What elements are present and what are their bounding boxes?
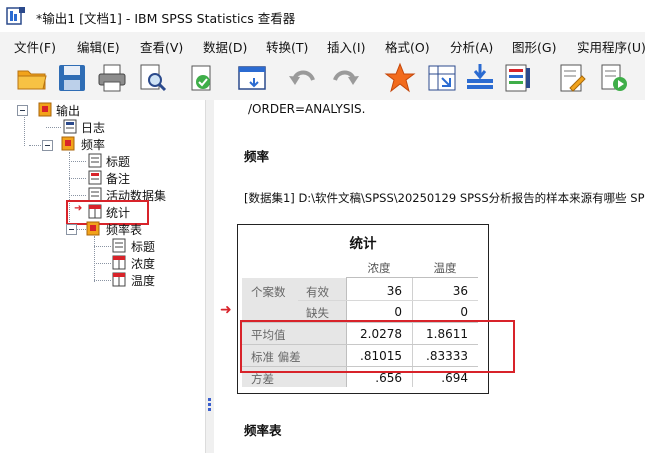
collapse-frequencies-button[interactable]: [42, 140, 53, 151]
print-preview-icon[interactable]: [136, 62, 168, 94]
collapse-frequency-table-button[interactable]: [66, 224, 77, 235]
menu-graphs[interactable]: 图形(G): [512, 37, 556, 56]
menu-bar: 文件(F) 编辑(E) 查看(V) 数据(D) 转换(T) 插入(I) 格式(O…: [0, 32, 645, 56]
collapse-output-button[interactable]: [17, 105, 28, 116]
value-valid-temperature: 36: [452, 284, 468, 298]
menu-edit[interactable]: 编辑(E): [77, 37, 120, 56]
print-icon[interactable]: [96, 62, 128, 94]
variables-icon[interactable]: [502, 62, 534, 94]
menu-transform[interactable]: 转换(T): [266, 37, 308, 56]
value-valid-concentration: 36: [386, 284, 402, 298]
tree-item-concentration[interactable]: 浓度: [131, 255, 155, 272]
frequencies-book-icon: [61, 136, 75, 151]
tree-item-title[interactable]: 标题: [106, 153, 130, 170]
temperature-table-icon: [112, 272, 126, 287]
title-bar: *输出1 [文档1] - IBM SPSS Statistics 查看器: [0, 0, 645, 32]
menu-data[interactable]: 数据(D): [203, 37, 247, 56]
toolbar: [0, 56, 645, 100]
output-book-icon: [38, 102, 52, 117]
recall-dialog-icon[interactable]: [236, 62, 268, 94]
designate-window-icon[interactable]: [556, 62, 588, 94]
export-icon[interactable]: [186, 62, 218, 94]
title-item-icon: [88, 153, 102, 168]
row-label-n: 个案数: [251, 285, 286, 299]
redo-icon[interactable]: [330, 62, 362, 94]
spss-viewer-icon: [6, 7, 25, 25]
ft-title-item-icon: [112, 238, 126, 253]
menu-view[interactable]: 查看(V): [140, 37, 183, 56]
menu-utilities[interactable]: 实用程序(U): [577, 37, 645, 56]
tree-item-output[interactable]: 输出: [56, 102, 80, 119]
heading-frequencies: 频率: [244, 149, 270, 164]
value-missing-temperature: 0: [460, 305, 468, 319]
syntax-line: /ORDER=ANALYSIS.: [248, 102, 366, 116]
row-sub-missing: 缺失: [306, 306, 329, 320]
table-title: 统计: [349, 236, 377, 252]
outline-pane: 输出 日志 频率 标题 备注 活动数据集 ➜ 统计 频率表 标题 浓度 温度: [0, 100, 213, 453]
goto-case-icon[interactable]: [384, 62, 416, 94]
tree-item-frequencies[interactable]: 频率: [81, 136, 105, 153]
menu-analyze[interactable]: 分析(A): [450, 37, 493, 56]
goto-variable-icon[interactable]: [426, 62, 458, 94]
pointer-arrow-icon: ➜: [220, 302, 232, 318]
menu-format[interactable]: 格式(O): [385, 37, 430, 56]
column-header-concentration: 浓度: [367, 261, 391, 275]
dataset-line: [数据集1] D:\软件文稿\SPSS\20250129 SPSS分析报告的样本…: [244, 191, 645, 205]
notes-item-icon: [88, 170, 102, 185]
row-sub-valid: 有效: [306, 285, 329, 299]
column-header-temperature: 温度: [433, 261, 457, 275]
pane-splitter[interactable]: [205, 100, 214, 453]
insert-cases-icon[interactable]: [464, 62, 496, 94]
row-label-variance: 方差: [251, 372, 274, 386]
run-script-icon[interactable]: [598, 62, 630, 94]
frequency-table-book-icon: [86, 221, 100, 236]
highlight-mean-std-rows: [240, 320, 515, 373]
value-missing-concentration: 0: [394, 305, 402, 319]
tree-item-log[interactable]: 日志: [81, 119, 105, 136]
heading-frequency-table: 频率表: [244, 423, 282, 438]
tree-item-ft-title[interactable]: 标题: [131, 238, 155, 255]
undo-icon[interactable]: [286, 62, 318, 94]
tree-item-notes[interactable]: 备注: [106, 170, 130, 187]
open-folder-icon[interactable]: [16, 62, 48, 94]
menu-file[interactable]: 文件(F): [14, 37, 56, 56]
tree-item-frequency-table[interactable]: 频率表: [106, 221, 142, 238]
save-icon[interactable]: [56, 62, 88, 94]
concentration-table-icon: [112, 255, 126, 270]
menu-insert[interactable]: 插入(I): [327, 37, 365, 56]
log-icon: [63, 119, 77, 134]
window-title: *输出1 [文档1] - IBM SPSS Statistics 查看器: [36, 11, 296, 26]
value-variance-temperature: .694: [441, 371, 468, 385]
value-variance-concentration: .656: [375, 371, 402, 385]
tree-item-temperature[interactable]: 温度: [131, 272, 155, 289]
